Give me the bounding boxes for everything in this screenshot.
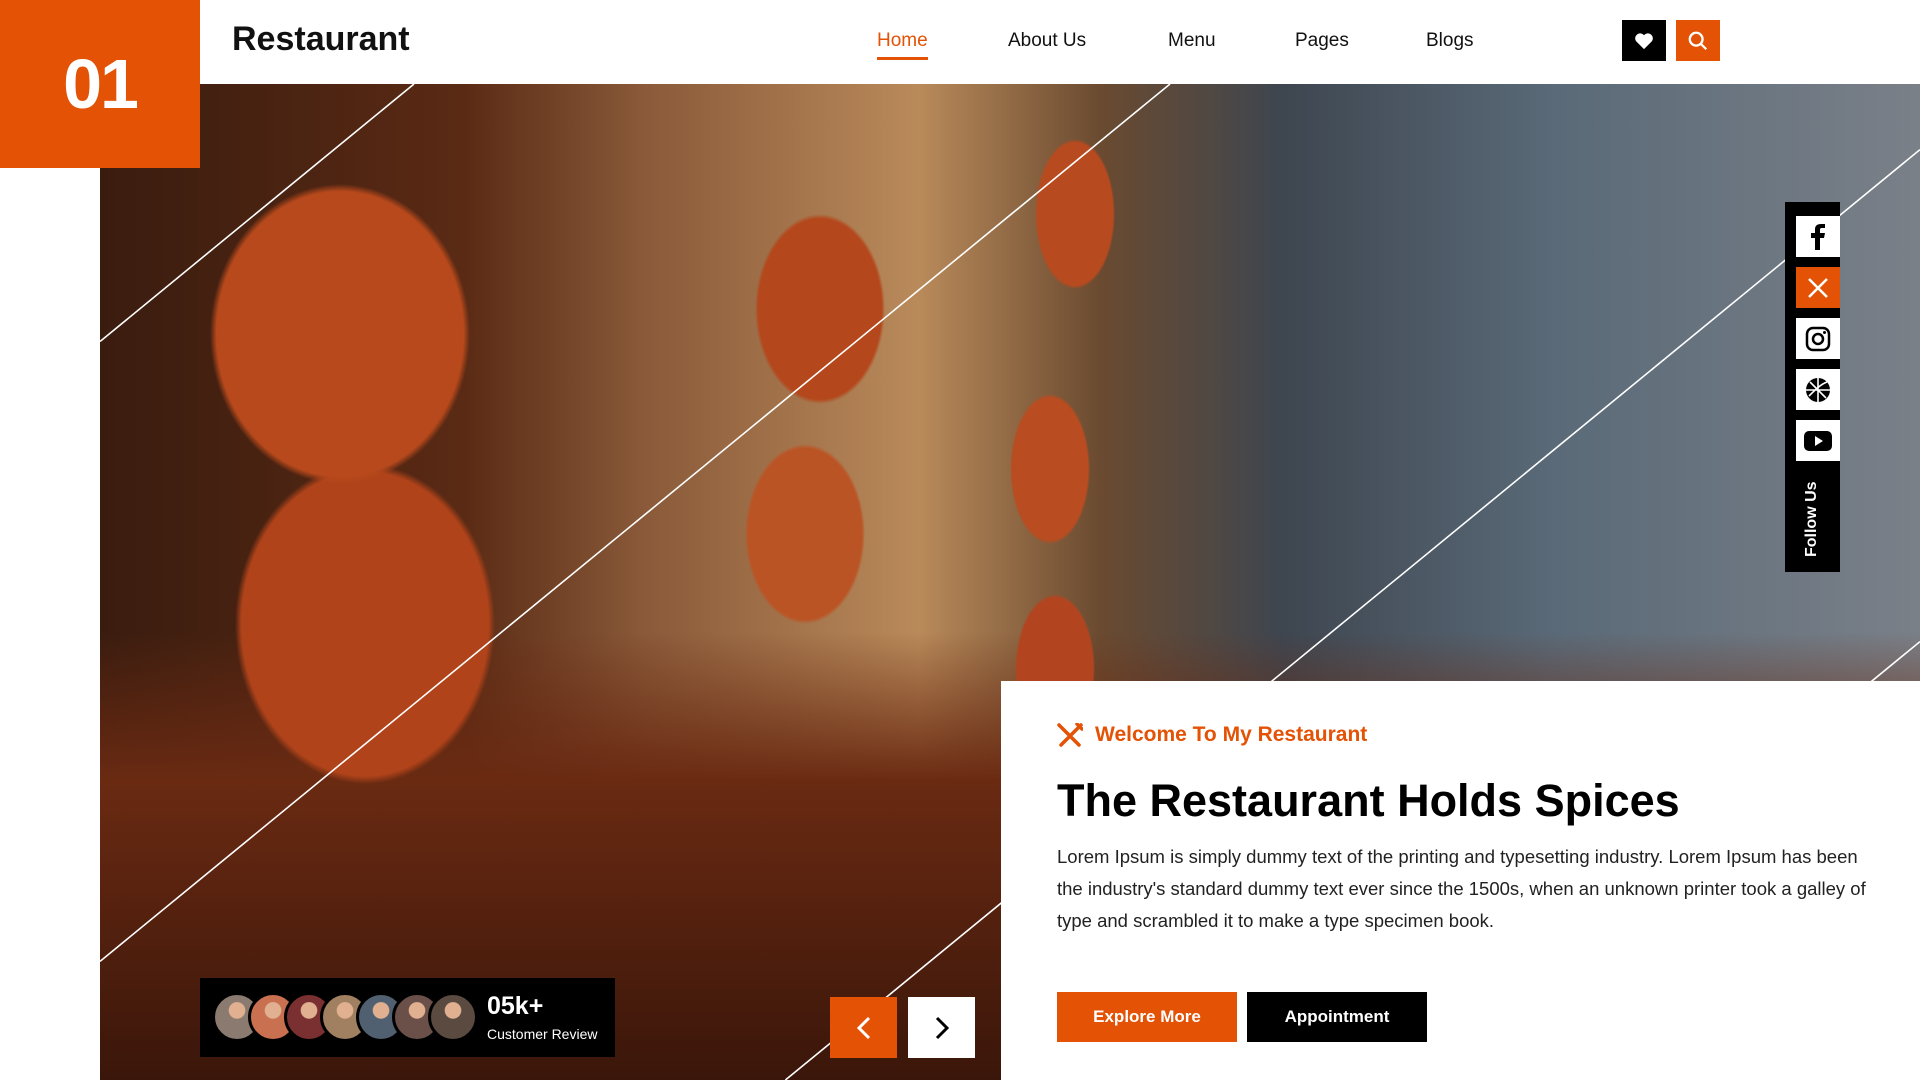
- nav-pages[interactable]: Pages: [1295, 30, 1349, 52]
- content-panel: Welcome To My Restaurant The Restaurant …: [1001, 681, 1920, 1080]
- search-button[interactable]: [1676, 20, 1720, 61]
- youtube-link[interactable]: [1796, 420, 1840, 461]
- welcome-text: Welcome To My Restaurant: [1095, 723, 1368, 746]
- nav-home[interactable]: Home: [877, 30, 928, 60]
- customer-review-badge: 05k+ Customer Review: [200, 978, 615, 1057]
- prev-slide-button[interactable]: [830, 997, 897, 1058]
- utensils-icon: [1057, 723, 1083, 747]
- social-bar: Follow Us: [1785, 202, 1840, 572]
- welcome-tagline: Welcome To My Restaurant: [1057, 723, 1367, 747]
- chevron-left-icon: [856, 1016, 870, 1039]
- logo[interactable]: Restaurant: [232, 20, 410, 59]
- reviewer-avatar: [428, 992, 478, 1042]
- nav-blogs[interactable]: Blogs: [1426, 30, 1474, 52]
- dribbble-link[interactable]: [1796, 369, 1840, 410]
- facebook-link[interactable]: [1796, 216, 1840, 257]
- youtube-icon: [1804, 430, 1832, 451]
- next-slide-button[interactable]: [908, 997, 975, 1058]
- search-icon: [1688, 31, 1708, 50]
- appointment-button[interactable]: Appointment: [1247, 992, 1427, 1042]
- wishlist-button[interactable]: [1622, 20, 1666, 61]
- heart-icon: [1635, 32, 1653, 49]
- review-label: Customer Review: [487, 1026, 598, 1042]
- nav-menu[interactable]: Menu: [1168, 30, 1216, 52]
- follow-us-label: Follow Us: [1803, 481, 1820, 557]
- x-link[interactable]: [1796, 267, 1840, 308]
- nav-about[interactable]: About Us: [1008, 30, 1086, 52]
- slide-number: 01: [0, 0, 200, 168]
- review-count: 05k+: [487, 992, 544, 1020]
- header: Restaurant Home About Us Menu Pages Blog…: [200, 0, 1920, 84]
- hero-title: The Restaurant Holds Spices: [1057, 775, 1680, 826]
- hero-description: Lorem Ipsum is simply dummy text of the …: [1057, 846, 1866, 931]
- explore-more-button[interactable]: Explore More: [1057, 992, 1237, 1042]
- instagram-icon: [1805, 326, 1831, 351]
- x-icon: [1808, 277, 1828, 298]
- instagram-link[interactable]: [1796, 318, 1840, 359]
- chevron-right-icon: [935, 1016, 949, 1039]
- dribbble-icon: [1806, 377, 1830, 402]
- facebook-icon: [1811, 223, 1825, 250]
